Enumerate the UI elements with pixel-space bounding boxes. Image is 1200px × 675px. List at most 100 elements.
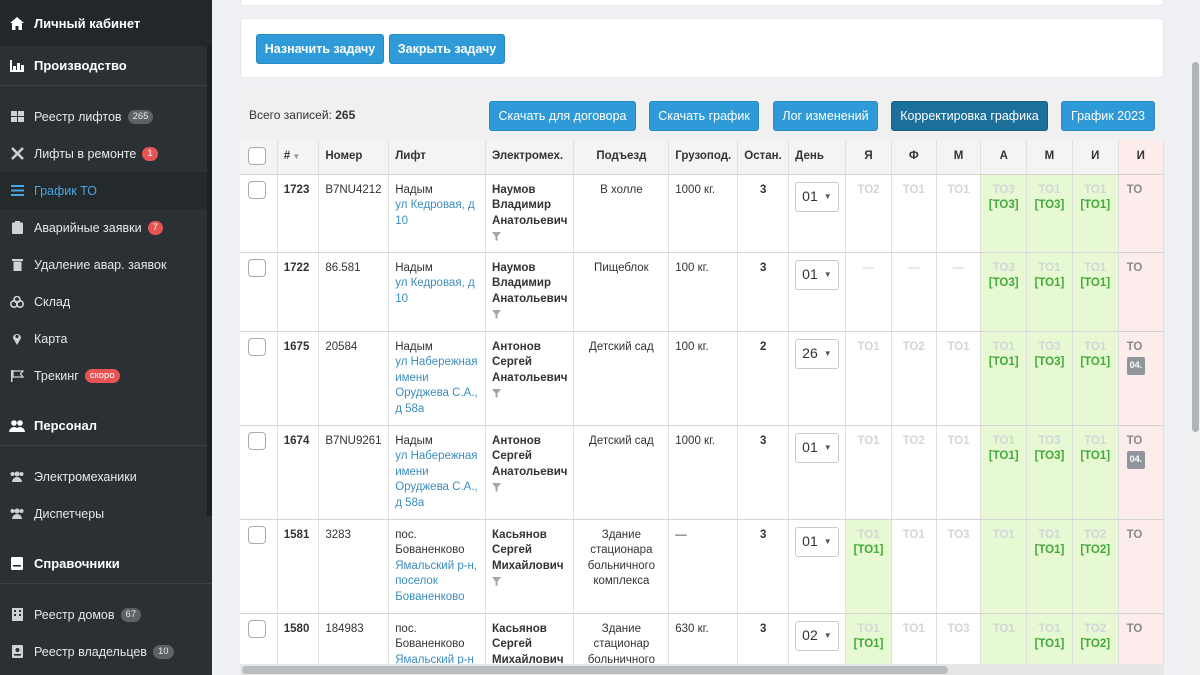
lift-address-link[interactable]: ул Кедровая, д 10 xyxy=(395,276,479,307)
month-cell[interactable]: ТО1 [ТО1] xyxy=(1026,519,1073,614)
day-select[interactable]: 01 ▼ xyxy=(795,526,840,557)
month-cell[interactable]: ТО1 [ТО1] xyxy=(1072,331,1119,426)
table-row[interactable]: 1675 20584 Надым ул Набережная имени Орудже… xyxy=(240,331,1164,426)
row-checkbox[interactable] xyxy=(248,337,266,356)
horizontal-scrollbar[interactable] xyxy=(240,664,1164,675)
column-mechanic[interactable]: Электромех. xyxy=(485,140,575,175)
month-cell[interactable]: — xyxy=(936,252,982,332)
table-row[interactable]: 1581 3283 пос. Бованенково Ямальский р-н, п… xyxy=(240,519,1164,614)
month-cell[interactable]: ТО1 [ТО1] xyxy=(980,331,1028,426)
day-select[interactable]: 01 ▼ xyxy=(795,432,840,463)
column-lift[interactable]: Лифт xyxy=(388,140,487,175)
column-num[interactable]: # ▼ xyxy=(277,140,320,175)
month-cell[interactable]: ТО1 xyxy=(891,519,937,614)
column-month-4[interactable]: А xyxy=(980,140,1028,175)
table-row[interactable]: 1723 B7NU4212 Надым ул Кедровая, д 10 Наумов… xyxy=(240,174,1164,253)
row-checkbox[interactable] xyxy=(248,431,266,450)
month-cell[interactable]: ТО1 xyxy=(845,331,892,426)
select-all-checkbox[interactable] xyxy=(248,147,266,165)
month-cell[interactable]: ТО1 xyxy=(891,174,937,253)
sidebar-item-1-1[interactable]: Диспетчеры xyxy=(0,495,212,532)
day-select[interactable]: 02 ▼ xyxy=(795,620,840,651)
sidebar-item-0-2[interactable]: График ТО xyxy=(0,172,212,209)
filter-icon[interactable] xyxy=(492,231,567,247)
sidebar-item-0-6[interactable]: Карта xyxy=(0,320,212,357)
sidebar-item-2-0[interactable]: Реестр домов 67 xyxy=(0,596,212,633)
month-cell[interactable]: — xyxy=(845,252,892,332)
month-cell[interactable]: ТО3 [ТО3] xyxy=(980,252,1028,332)
column-month-5[interactable]: М xyxy=(1026,140,1073,175)
lift-address-link[interactable]: ул Набережная имени Оруджева С.А., д 58а xyxy=(395,449,479,511)
month-cell[interactable]: ТО3 xyxy=(936,519,982,614)
row-checkbox[interactable] xyxy=(248,180,266,199)
column-month-6[interactable]: И xyxy=(1072,140,1119,175)
column-month-3[interactable]: М xyxy=(936,140,982,175)
download-contract-button[interactable]: Скачать для договора xyxy=(489,101,636,131)
sidebar-item-0-4[interactable]: Удаление авар. заявок xyxy=(0,246,212,283)
assign-task-button[interactable]: Назначить задачу xyxy=(256,34,384,64)
month-cell[interactable]: ТО1 [ТО3] xyxy=(1026,174,1073,253)
month-cell[interactable]: ТО1 xyxy=(936,174,982,253)
vertical-scrollbar[interactable] xyxy=(1191,56,1200,675)
sidebar-item-0-0[interactable]: Реестр лифтов 265 xyxy=(0,98,212,135)
month-cell[interactable]: ТО1 [ТО1] xyxy=(1072,425,1119,520)
lift-address-link[interactable]: ул Кедровая, д 10 xyxy=(395,198,479,229)
sidebar-item-0-3[interactable]: Аварийные заявки 7 xyxy=(0,209,212,246)
month-cell[interactable]: ТО2 xyxy=(891,425,937,520)
month-cell[interactable]: ТО1 [ТО1] xyxy=(845,519,892,614)
download-schedule-button[interactable]: Скачать график xyxy=(649,101,759,131)
month-cell[interactable]: ТО2 xyxy=(845,174,892,253)
month-cell[interactable]: ТО 04. xyxy=(1118,425,1164,520)
column-capacity[interactable]: Грузопод. xyxy=(668,140,739,175)
column-entrance[interactable]: Подъезд xyxy=(573,140,670,175)
column-month-1[interactable]: Я xyxy=(845,140,892,175)
month-cell[interactable]: ТО1 xyxy=(936,425,982,520)
filter-icon[interactable] xyxy=(492,576,567,592)
close-task-button[interactable]: Закрыть задачу xyxy=(389,34,505,64)
month-cell[interactable]: ТО1 [ТО1] xyxy=(980,425,1028,520)
month-cell[interactable]: ТО3 [ТО3] xyxy=(980,174,1028,253)
month-cell[interactable]: ТО3 [ТО3] xyxy=(1026,425,1073,520)
row-checkbox[interactable] xyxy=(248,619,266,638)
month-cell[interactable]: ТО1 [ТО1] xyxy=(1072,174,1119,253)
month-cell[interactable]: ТО 04. xyxy=(1118,331,1164,426)
month-cell[interactable]: ТО xyxy=(1118,519,1164,614)
month-cell[interactable]: ТО xyxy=(1118,174,1164,253)
month-cell[interactable]: — xyxy=(891,252,937,332)
sidebar-header[interactable]: Личный кабинет xyxy=(0,0,212,46)
sidebar-section-0[interactable]: Производство xyxy=(0,46,212,86)
filter-icon[interactable] xyxy=(492,482,567,498)
month-cell[interactable]: ТО2 [ТО2] xyxy=(1072,519,1119,614)
lift-address-link[interactable]: ул Набережная имени Оруджева С.А., д 58а xyxy=(395,355,479,417)
sidebar-item-0-1[interactable]: Лифты в ремонте 1 xyxy=(0,135,212,172)
adjust-schedule-button[interactable]: Корректировка графика xyxy=(891,101,1048,131)
table-row[interactable]: 1674 B7NU9261 Надым ул Набережная имени Ору… xyxy=(240,425,1164,520)
month-cell[interactable]: ТО1 [ТО1] xyxy=(1072,252,1119,332)
schedule-2023-button[interactable]: График 2023 xyxy=(1061,101,1155,131)
sidebar-item-2-1[interactable]: Реестр владельцев 10 xyxy=(0,633,212,670)
sidebar-item-0-7[interactable]: Трекинг скоро xyxy=(0,357,212,394)
vertical-scrollbar-thumb[interactable] xyxy=(1192,62,1199,432)
table-row[interactable]: 1722 86.581 Надым ул Кедровая, д 10 Наумов В… xyxy=(240,252,1164,332)
day-select[interactable]: 01 ▼ xyxy=(795,259,840,290)
month-cell[interactable]: ТО3 [ТО3] xyxy=(1026,331,1073,426)
sidebar-item-1-0[interactable]: Электромеханики xyxy=(0,458,212,495)
lift-address-link[interactable]: Ямальский р-н, поселок Бованенково xyxy=(395,559,479,606)
change-log-button[interactable]: Лог изменений xyxy=(773,101,878,131)
row-checkbox[interactable] xyxy=(248,258,266,277)
column-number[interactable]: Номер xyxy=(318,140,390,175)
horizontal-scrollbar-thumb[interactable] xyxy=(242,666,948,674)
month-cell[interactable]: ТО xyxy=(1118,252,1164,332)
column-month-7[interactable]: И xyxy=(1118,140,1164,175)
column-stops[interactable]: Остан. xyxy=(737,140,790,175)
month-cell[interactable]: ТО1 [ТО1] xyxy=(1026,252,1073,332)
month-cell[interactable]: ТО2 xyxy=(891,331,937,426)
filter-icon[interactable] xyxy=(492,309,567,325)
row-checkbox[interactable] xyxy=(248,525,266,544)
sidebar-item-0-5[interactable]: Склад xyxy=(0,283,212,320)
month-cell[interactable]: ТО1 xyxy=(980,519,1028,614)
column-day[interactable]: День xyxy=(788,140,847,175)
month-cell[interactable]: ТО1 xyxy=(936,331,982,426)
day-select[interactable]: 26 ▼ xyxy=(795,338,840,369)
sidebar-section-1[interactable]: Персонал xyxy=(0,406,212,446)
